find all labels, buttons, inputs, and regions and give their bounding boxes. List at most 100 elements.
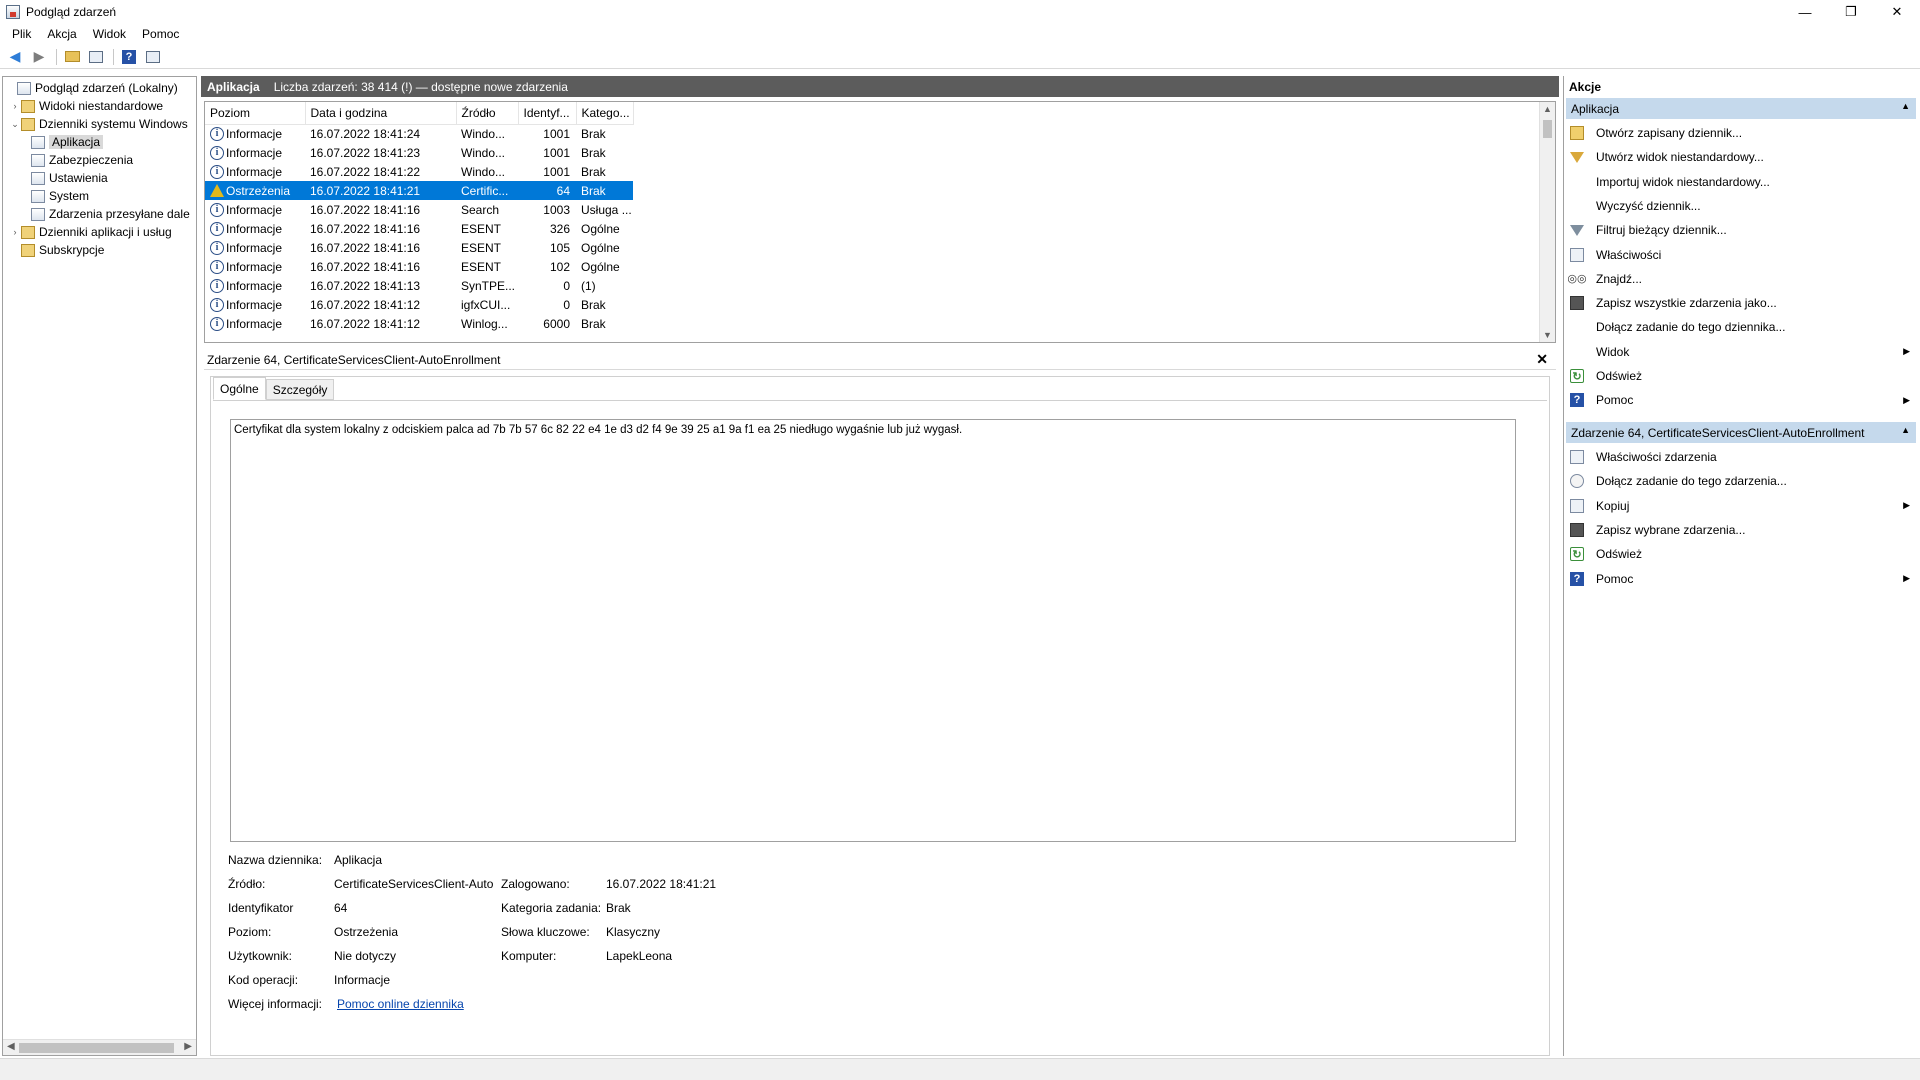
column-header-id[interactable]: Identyf... <box>518 102 577 125</box>
action-item[interactable]: ↻ Odśwież <box>1570 543 1910 565</box>
toolbar: ◀ ▶ ? <box>0 45 1920 69</box>
table-row[interactable]: i Informacje 16.07.2022 18:41:23 Windo... 10… <box>205 143 633 162</box>
restore-button[interactable]: ❐ <box>1828 0 1874 24</box>
scroll-left-icon[interactable]: ◀ <box>7 1041 15 1052</box>
menu-pomoc[interactable]: Pomoc <box>134 27 187 41</box>
tree-item-label: Dzienniki aplikacji i usług <box>39 225 172 239</box>
scrollbar-thumb[interactable] <box>1543 120 1552 138</box>
cell-level: i Informacje <box>205 257 305 276</box>
tree-item-aplikacja[interactable]: Aplikacja <box>31 133 104 151</box>
blank-icon <box>1570 199 1584 213</box>
action-item[interactable]: ◎◎ Znajdź... <box>1567 268 1910 290</box>
console-tree-icon[interactable] <box>85 47 107 67</box>
action-item[interactable]: Dołącz zadanie do tego dziennika... <box>1570 316 1910 338</box>
table-row[interactable]: i Informacje 16.07.2022 18:41:13 SynTPE... 0… <box>205 276 633 295</box>
action-item[interactable]: Zapisz wybrane zdarzenia... <box>1570 519 1910 541</box>
action-item[interactable]: Filtruj bieżący dziennik... <box>1570 219 1910 241</box>
tree-item-zabezpieczenia[interactable]: Zabezpieczenia <box>31 151 133 169</box>
tree-item-windows-logs[interactable]: ⌄ Dzienniki systemu Windows <box>9 115 188 133</box>
section-label: Zdarzenie 64, CertificateServicesClient-… <box>1571 425 1865 440</box>
table-row[interactable]: i Informacje 16.07.2022 18:41:22 Windo... 10… <box>205 162 633 181</box>
column-header-category[interactable]: Katego... <box>576 102 634 125</box>
table-row[interactable]: i Informacje 16.07.2022 18:41:12 Winlog... 6… <box>205 314 633 333</box>
action-item[interactable]: Otwórz zapisany dziennik... <box>1570 122 1910 144</box>
cell-source: ESENT <box>461 221 502 236</box>
cell-id: 1003 <box>543 202 570 217</box>
action-item[interactable]: Właściwości <box>1570 244 1910 266</box>
actions-section-aplikacja[interactable]: Aplikacja ▲ <box>1566 98 1916 119</box>
close-window-button[interactable]: ✕ <box>1874 0 1920 24</box>
action-item[interactable]: Widok ▶ <box>1570 341 1910 363</box>
menu-widok[interactable]: Widok <box>85 27 134 41</box>
action-label: Otwórz zapisany dziennik... <box>1596 126 1743 140</box>
table-row[interactable]: i Informacje 16.07.2022 18:41:24 Windo... 10… <box>205 124 633 143</box>
submenu-arrow-icon: ▶ <box>1903 346 1910 357</box>
action-item[interactable]: Właściwości zdarzenia <box>1570 446 1910 468</box>
tree-item-root[interactable]: Podgląd zdarzeń (Lokalny) <box>5 79 178 97</box>
action-item[interactable]: Kopiuj ▶ <box>1570 495 1910 517</box>
table-row[interactable]: i Informacje 16.07.2022 18:41:16 Search 1003… <box>205 200 633 219</box>
action-item[interactable]: ↻ Odśwież <box>1570 365 1910 387</box>
column-header-source[interactable]: Źródło <box>456 102 519 125</box>
collapse-arrow-icon[interactable]: ⌄ <box>9 119 21 130</box>
expand-arrow-icon[interactable]: › <box>9 101 21 111</box>
subscriptions-icon <box>21 243 35 257</box>
online-help-link[interactable]: Pomoc online dziennika <box>337 997 464 1015</box>
table-row[interactable]: i Informacje 16.07.2022 18:41:12 igfxCUI...… <box>205 295 633 314</box>
info-icon: i <box>210 164 224 179</box>
menu-akcja[interactable]: Akcja <box>39 27 84 41</box>
cell-source: igfxCUI... <box>461 297 511 312</box>
cell-category: Brak <box>581 316 606 331</box>
user-value: Nie dotyczy <box>334 949 397 963</box>
tree-item-custom-views[interactable]: › Widoki niestandardowe <box>9 97 164 115</box>
column-header-date[interactable]: Data i godzina <box>305 102 457 125</box>
tree-horizontal-scrollbar[interactable]: ◀ ▶ <box>3 1039 196 1055</box>
tree-item-app-service-logs[interactable]: › Dzienniki aplikacji i usług <box>9 223 172 241</box>
action-item[interactable]: Utwórz widok niestandardowy... <box>1570 146 1910 168</box>
action-item[interactable]: Zapisz wszystkie zdarzenia jako... <box>1570 292 1910 314</box>
expand-arrow-icon[interactable]: › <box>9 227 21 237</box>
table-row[interactable]: i Informacje 16.07.2022 18:41:16 ESENT 102 Og… <box>205 257 633 276</box>
tree-item-subscriptions[interactable]: Subskrypcje <box>21 241 104 259</box>
column-header-poziom[interactable]: Poziom <box>205 102 306 125</box>
cell-source: Windo... <box>461 145 506 160</box>
action-item[interactable]: ? Pomoc ▶ <box>1570 568 1910 590</box>
cell-id: 1001 <box>543 145 570 160</box>
tree-item-ustawienia[interactable]: Ustawienia <box>31 169 108 187</box>
detail-tabs: Ogólne Szczegóły <box>213 377 335 401</box>
back-arrow-icon[interactable]: ◀ <box>4 47 26 67</box>
help-icon[interactable]: ? <box>118 47 140 67</box>
minimize-button[interactable]: — <box>1782 0 1828 24</box>
tab-szczegoly[interactable]: Szczegóły <box>265 379 335 400</box>
action-label: Wyczyść dziennik... <box>1596 198 1701 213</box>
table-row[interactable]: Ostrzeżenia 16.07.2022 18:41:21 Certific..… <box>205 181 633 200</box>
collapse-arrow-icon[interactable]: ▲ <box>1901 425 1910 435</box>
scrollbar-thumb[interactable] <box>19 1043 174 1053</box>
close-icon[interactable]: ✕ <box>1536 351 1548 368</box>
action-item[interactable]: Dołącz zadanie do tego zdarzenia... <box>1570 470 1910 492</box>
actions-section-event[interactable]: Zdarzenie 64, CertificateServicesClient-… <box>1566 422 1916 443</box>
collapse-arrow-icon[interactable]: ▲ <box>1901 101 1910 111</box>
action-item[interactable]: ? Pomoc ▶ <box>1570 389 1910 411</box>
event-message[interactable]: Certyfikat dla system lokalny z odciskie… <box>230 419 1516 842</box>
tree-item-forwarded-events[interactable]: Zdarzenia przesyłane dale <box>31 205 196 223</box>
action-item[interactable]: Wyczyść dziennik... <box>1570 195 1910 217</box>
tab-ogolne[interactable]: Ogólne <box>213 377 266 400</box>
event-detail-title: Zdarzenie 64, CertificateServicesClient-… <box>207 352 501 367</box>
table-row[interactable]: i Informacje 16.07.2022 18:41:16 ESENT 105 Og… <box>205 238 633 257</box>
tree-item-system[interactable]: System <box>31 187 89 205</box>
task-category-label: Kategoria zadania: <box>501 901 602 915</box>
forward-arrow-icon[interactable]: ▶ <box>28 47 50 67</box>
event-list-scrollbar[interactable]: ▲ ▼ <box>1539 102 1555 342</box>
table-row[interactable]: i Informacje 16.07.2022 18:41:16 ESENT 326 Og… <box>205 219 633 238</box>
scroll-up-icon[interactable]: ▲ <box>1543 104 1552 114</box>
action-pane-icon[interactable] <box>142 47 164 67</box>
info-icon: i <box>210 202 224 217</box>
info-icon: i <box>210 240 224 255</box>
action-item[interactable]: Importuj widok niestandardowy... <box>1570 171 1910 193</box>
scroll-down-icon[interactable]: ▼ <box>1543 330 1552 340</box>
menu-plik[interactable]: Plik <box>4 27 39 41</box>
scroll-right-icon[interactable]: ▶ <box>184 1041 192 1052</box>
open-folder-icon[interactable] <box>61 47 83 67</box>
cell-level: i Informacje <box>205 143 305 162</box>
